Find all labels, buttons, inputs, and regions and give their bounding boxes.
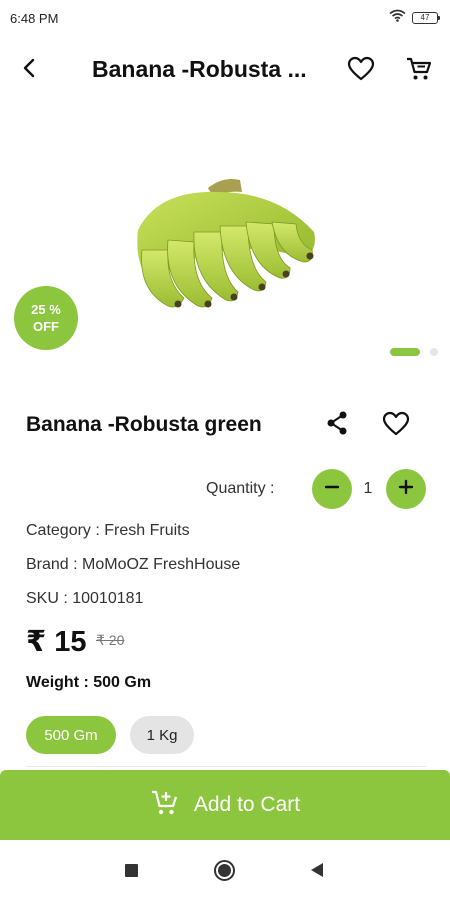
battery-icon: 47: [412, 12, 440, 24]
system-nav-bar: [0, 840, 450, 900]
wifi-icon: [389, 9, 406, 27]
cart-icon: [405, 56, 433, 87]
status-time: 6:48 PM: [10, 10, 59, 26]
nav-back-icon[interactable]: [311, 863, 323, 877]
wishlist-button[interactable]: [342, 52, 380, 90]
product-name: Banana -Robusta green: [26, 413, 262, 436]
add-to-cart-label: Add to Cart: [193, 793, 301, 816]
product-price: ₹ 15: [26, 626, 87, 658]
product-original-price: ₹ 20: [96, 632, 125, 648]
status-icons: 47: [389, 9, 440, 27]
home-icon[interactable]: [214, 860, 235, 881]
status-bar: 6:48 PM 47: [0, 0, 450, 36]
page-title: Banana -Robusta ...: [92, 56, 307, 82]
product-category: Category : Fresh Fruits: [26, 522, 190, 539]
plus-icon: [397, 478, 415, 501]
product-brand: Brand : MoMoOZ FreshHouse: [26, 556, 241, 573]
quantity-decrease-button[interactable]: [312, 469, 352, 509]
discount-off-label: OFF: [33, 319, 59, 334]
share-icon: [324, 410, 350, 441]
carousel-indicator: [390, 348, 438, 356]
discount-badge: 25 % OFF: [14, 286, 78, 350]
carousel-dot: [430, 348, 438, 356]
quantity-label: Quantity :: [206, 480, 275, 497]
heart-outline-icon: [382, 411, 410, 442]
variant-selector: 500 Gm 1 Kg: [26, 716, 194, 754]
cart-button[interactable]: [400, 52, 438, 90]
banana-image: [137, 179, 315, 308]
favorite-button[interactable]: [378, 408, 414, 444]
product-image-carousel[interactable]: 25 % OFF: [0, 110, 450, 380]
variant-chip-500gm[interactable]: 500 Gm: [26, 716, 116, 754]
product-sku: SKU : 10010181: [26, 590, 144, 607]
add-to-cart-button[interactable]: Add to Cart: [0, 770, 450, 840]
back-button[interactable]: [12, 52, 48, 88]
quantity-value: 1: [363, 480, 373, 497]
add-cart-icon: [150, 789, 180, 822]
home-icon-inner: [218, 864, 231, 877]
heart-outline-icon: [347, 56, 375, 87]
recents-icon[interactable]: [125, 864, 138, 877]
divider: [26, 766, 426, 767]
quantity-increase-button[interactable]: [386, 469, 426, 509]
variant-chip-1kg[interactable]: 1 Kg: [130, 716, 194, 754]
product-weight: Weight : 500 Gm: [26, 674, 152, 691]
discount-percent: 25 %: [31, 302, 61, 317]
share-button[interactable]: [320, 408, 354, 442]
app-bar: Banana -Robusta ...: [0, 40, 450, 100]
carousel-dot-active: [390, 348, 420, 356]
back-arrow-icon: [19, 57, 41, 84]
minus-icon: [323, 478, 341, 501]
